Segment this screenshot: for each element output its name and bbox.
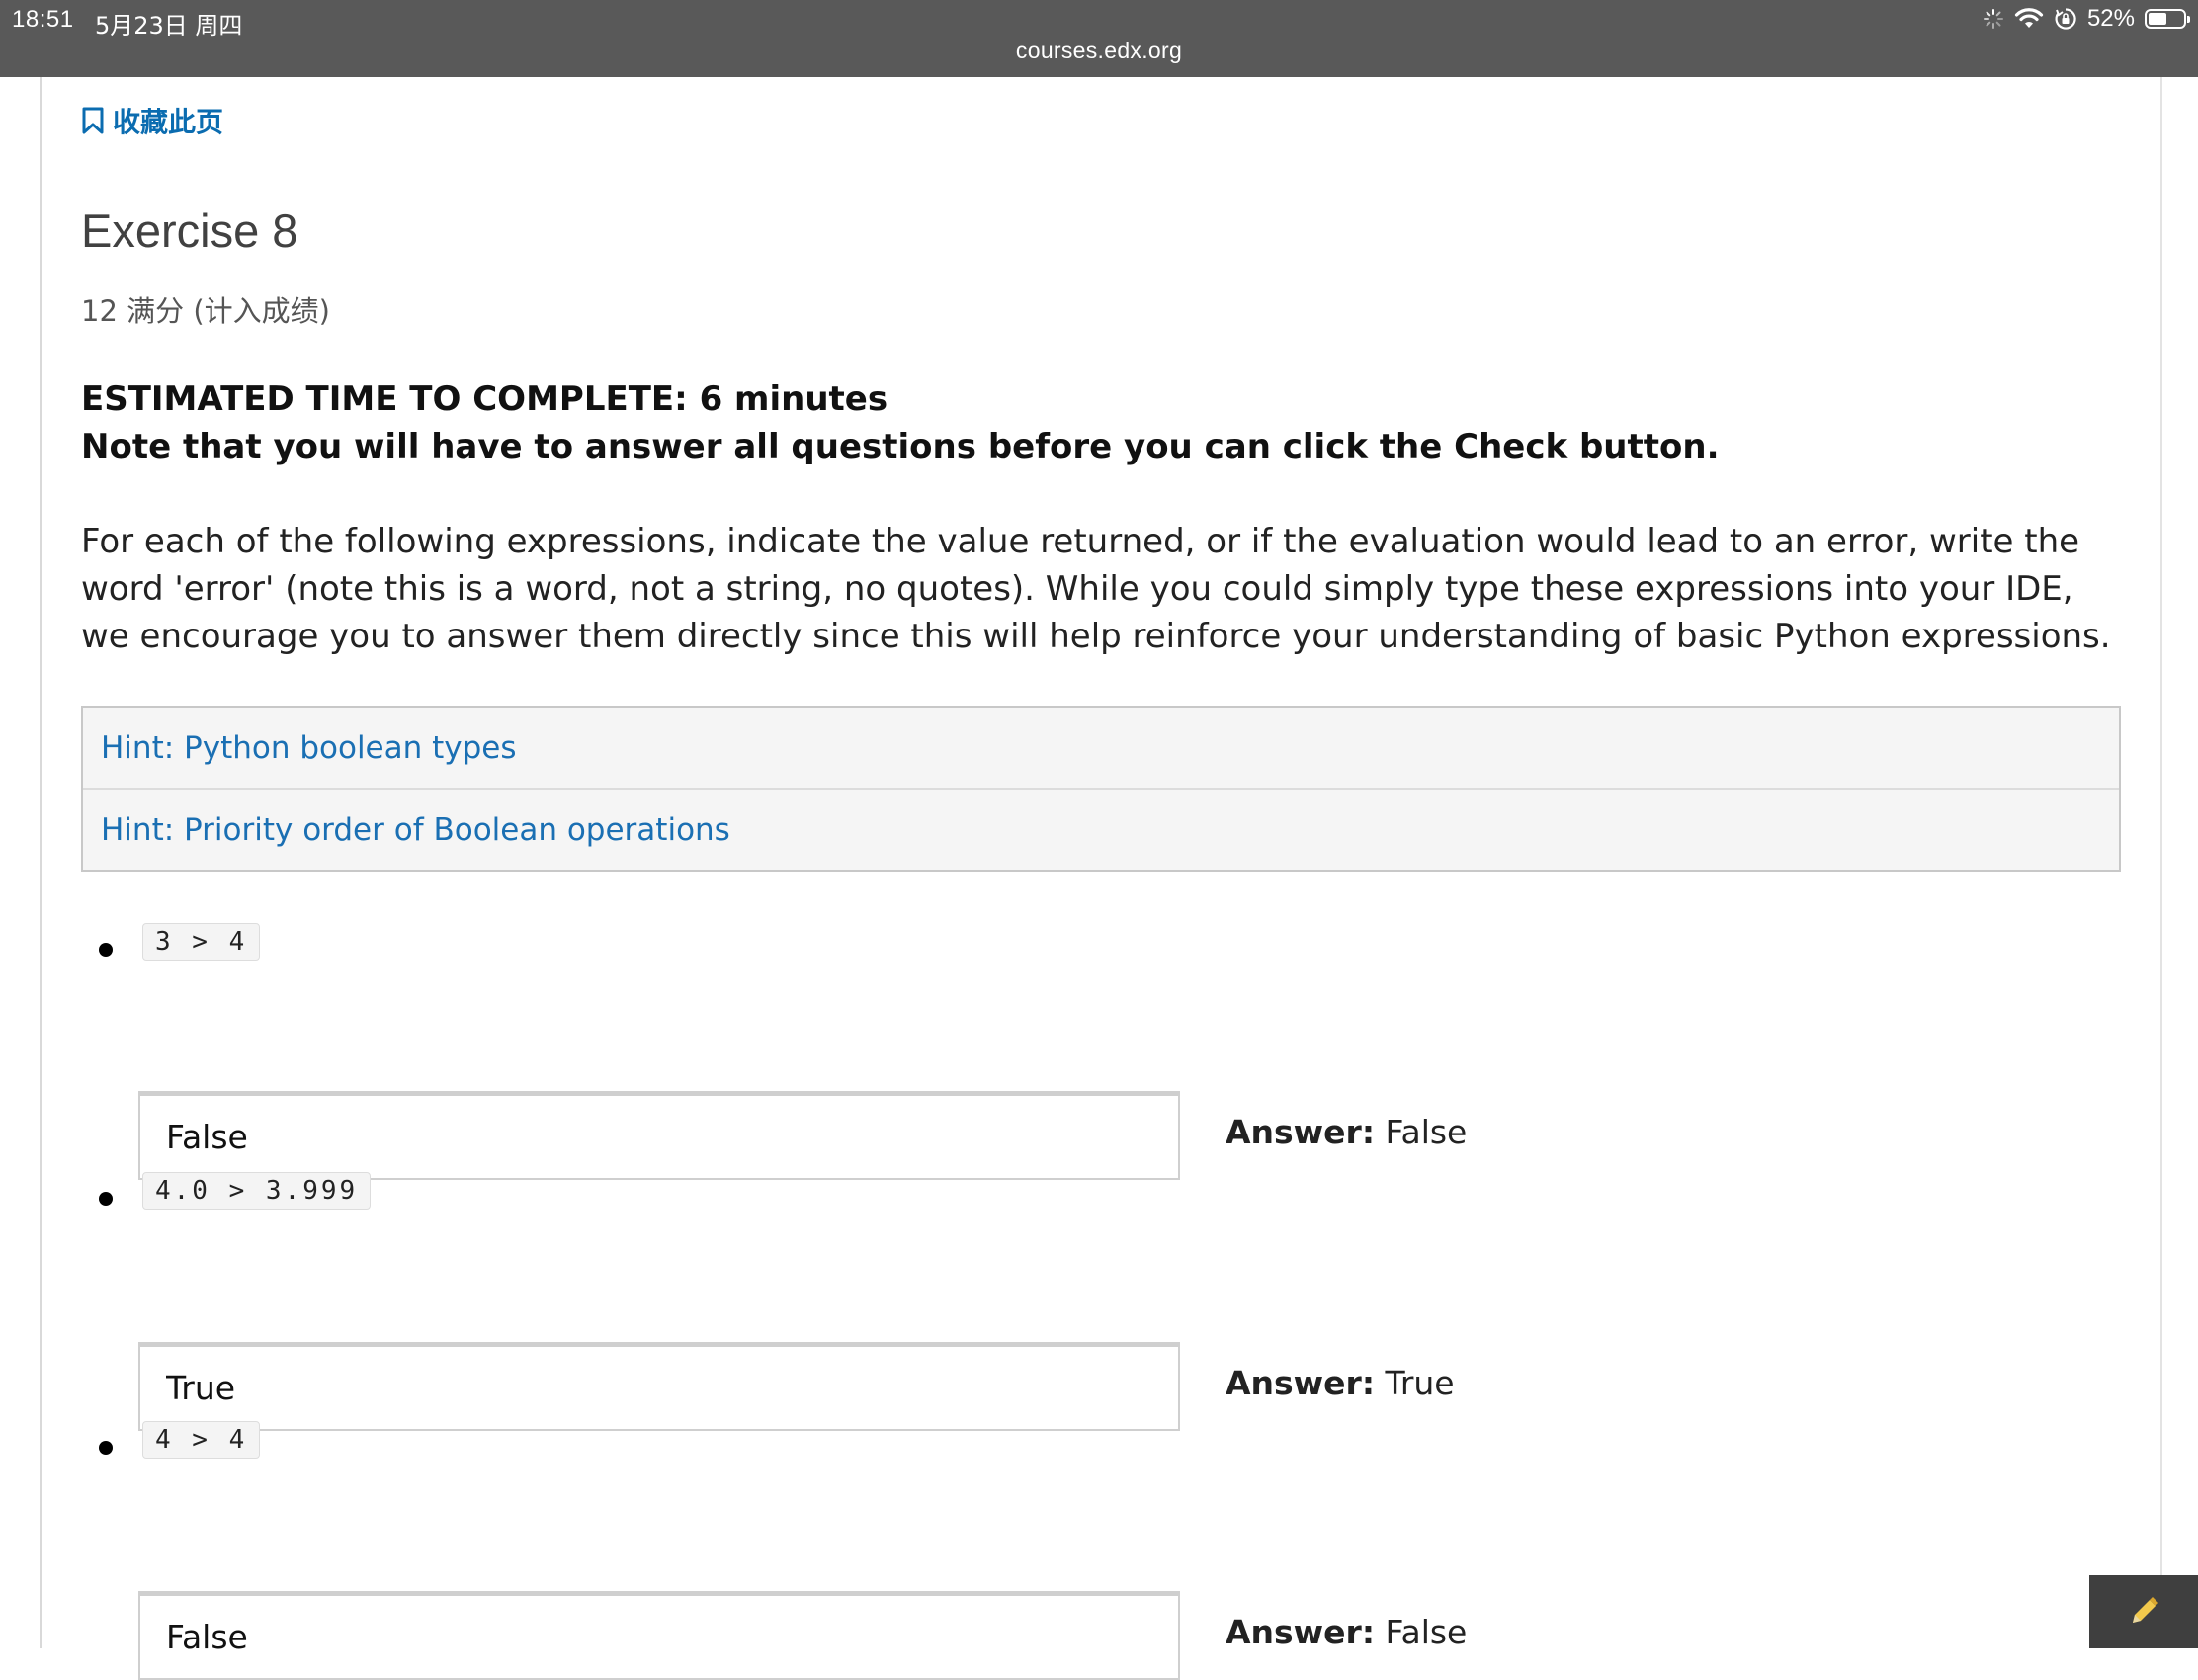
page-frame-right-border	[2160, 77, 2162, 1648]
list-bullet	[99, 1192, 113, 1206]
wifi-icon	[2014, 8, 2044, 30]
hints-panel: Hint: Python boolean types Hint: Priorit…	[81, 706, 2121, 872]
correct-answer: Answer: False	[1226, 1113, 1467, 1151]
list-bullet	[99, 943, 113, 957]
answer-prefix: Answer:	[1226, 1613, 1376, 1651]
answer-input[interactable]	[138, 1591, 1180, 1680]
expression-code: 3 > 4	[142, 923, 261, 961]
loading-icon	[1983, 8, 2004, 30]
browser-top-bar: 18:51 5月23日 周四 52% courses.edx.org	[0, 0, 2198, 77]
answer-value: False	[1385, 1613, 1468, 1651]
estimated-time: ESTIMATED TIME TO COMPLETE: 6 minutes	[81, 379, 888, 419]
page-title: Exercise 8	[81, 205, 298, 257]
orientation-lock-icon	[2054, 7, 2077, 31]
expression-code: 4 > 4	[142, 1421, 261, 1459]
status-indicators: 52%	[1983, 5, 2190, 33]
battery-icon	[2145, 9, 2190, 29]
battery-percent: 52%	[2086, 5, 2135, 32]
bookmark-icon	[82, 107, 104, 134]
hint-python-boolean-types[interactable]: Hint: Python boolean types	[83, 708, 2119, 788]
battery-level	[2149, 13, 2166, 25]
address-bar-url[interactable]: courses.edx.org	[0, 38, 2198, 64]
expression-code: 4.0 > 3.999	[142, 1172, 372, 1210]
correct-answer: Answer: True	[1226, 1364, 1455, 1402]
page-frame-left-border	[40, 77, 42, 1648]
score-info: 12 满分 (计入成绩)	[81, 294, 330, 328]
answer-value: False	[1385, 1113, 1468, 1151]
answer-input[interactable]	[138, 1091, 1180, 1180]
bookmark-page-button[interactable]: 收藏此页	[81, 101, 223, 140]
instructions-bold: ESTIMATED TIME TO COMPLETE: 6 minutes No…	[81, 376, 1720, 470]
pencil-icon	[2133, 1597, 2158, 1623]
answer-value: True	[1385, 1364, 1455, 1402]
answer-prefix: Answer:	[1226, 1364, 1376, 1402]
list-bullet	[99, 1441, 113, 1455]
answer-input[interactable]	[138, 1342, 1180, 1431]
edit-button[interactable]	[2089, 1575, 2198, 1648]
bookmark-label: 收藏此页	[113, 106, 224, 138]
answer-prefix: Answer:	[1226, 1113, 1376, 1151]
status-time: 18:51	[12, 6, 74, 33]
problem-description: For each of the following expressions, i…	[81, 522, 2111, 656]
status-date: 5月23日 周四	[95, 12, 243, 40]
check-note: Note that you will have to answer all qu…	[81, 427, 1720, 466]
correct-answer: Answer: False	[1226, 1613, 1467, 1651]
hint-boolean-priority[interactable]: Hint: Priority order of Boolean operatio…	[83, 788, 2119, 870]
